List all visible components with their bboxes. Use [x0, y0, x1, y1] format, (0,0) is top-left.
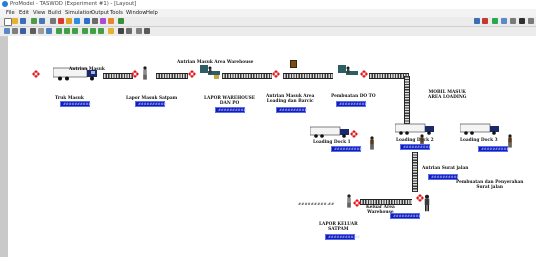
satpam-resource-icon[interactable]: [141, 66, 149, 80]
build-icon[interactable]: [31, 18, 37, 24]
green-tool-2-icon[interactable]: [64, 28, 70, 34]
blocked-dock1-icon[interactable]: [350, 130, 358, 138]
conveyor-antrian-masuk[interactable]: [103, 73, 133, 79]
label-antrian-loading: Antrian Masuk Area Loading dan Barcic: [266, 94, 315, 104]
blocked-entry-icon[interactable]: [32, 70, 40, 78]
pause-icon[interactable]: [501, 18, 507, 24]
label-dock2: Loading Dock 2: [396, 138, 434, 143]
blocked-do-icon[interactable]: [360, 70, 368, 78]
new-file-icon[interactable]: [4, 18, 12, 26]
main-toolbar: [0, 17, 536, 27]
stop-icon[interactable]: [58, 18, 64, 24]
menu-file[interactable]: File: [6, 10, 15, 16]
label-antrian-masuk: Antrian Masuk: [69, 67, 105, 72]
info-icon[interactable]: [74, 18, 80, 24]
select-icon[interactable]: [4, 28, 10, 34]
label-dock1: Loading Dock 1: [313, 140, 351, 145]
menu-bar: File Edit View Build Simulation Output T…: [0, 9, 536, 17]
menu-help[interactable]: Help: [146, 10, 158, 16]
search-icon[interactable]: [46, 28, 52, 34]
stats-icon[interactable]: [510, 18, 516, 24]
table-icon[interactable]: [126, 28, 132, 34]
green-tool-1-icon[interactable]: [56, 28, 62, 34]
conveyor-antrian-surat[interactable]: [412, 152, 418, 192]
run-settings-icon[interactable]: [50, 18, 56, 24]
counter-dock3: ##########: [478, 146, 509, 152]
counter-truk-masuk: ##########: [60, 101, 91, 107]
more-tools-icon[interactable]: [528, 18, 534, 24]
green-tool-6-icon[interactable]: [98, 28, 104, 34]
truck-dock3-icon[interactable]: [460, 123, 500, 135]
window-title: ProModel - TASWOD (Experiment #1) - [Lay…: [10, 1, 137, 7]
blocked-surat-icon[interactable]: [416, 194, 424, 202]
grid-icon[interactable]: [12, 28, 18, 34]
counter-keluar: ##########: [390, 213, 421, 219]
layout-icon[interactable]: [84, 18, 90, 24]
menu-build[interactable]: Build: [48, 10, 61, 16]
blocked-wh-icon[interactable]: [188, 70, 196, 78]
pembuatan-do-desk-icon[interactable]: [338, 65, 358, 81]
pallet-icon: [290, 60, 297, 68]
save-icon[interactable]: [20, 18, 26, 24]
menu-window[interactable]: Window: [126, 10, 146, 16]
menu-edit[interactable]: Edit: [19, 10, 29, 16]
counter-pembuatan-do: ##########: [336, 101, 367, 107]
conveyor-mobil-masuk[interactable]: [369, 73, 409, 79]
label-pembuatan-do: Pembuatan DO TO: [331, 94, 376, 99]
label-lapor-keluar: LAPOR KELUAR SATPAM: [319, 222, 358, 232]
graphics-icon[interactable]: [118, 28, 124, 34]
edit-graphic-icon[interactable]: [144, 28, 150, 34]
processing-icon[interactable]: [118, 18, 124, 24]
chart-icon[interactable]: [519, 18, 525, 24]
satpam-keluar-icon[interactable]: [345, 194, 353, 208]
menu-tools[interactable]: Tools: [110, 10, 123, 16]
yellow-tool-icon[interactable]: [108, 28, 114, 34]
label-mobil-masuk: MOBIL MASUK AREA LOADING: [428, 90, 467, 100]
counter-exit: #########.##: [325, 234, 360, 240]
open-folder-icon[interactable]: [12, 18, 18, 24]
background-icon[interactable]: [136, 28, 142, 34]
options-icon[interactable]: [66, 18, 72, 24]
promodel-app-icon: [2, 1, 8, 7]
blocked-lapor-icon[interactable]: [131, 70, 139, 78]
truck-dock1-icon[interactable]: [310, 126, 350, 138]
layer-icon[interactable]: [38, 28, 44, 34]
conveyor-to-do[interactable]: [283, 73, 333, 79]
arrivals-icon[interactable]: [108, 18, 114, 24]
operator-dock1-icon[interactable]: [368, 136, 376, 150]
menu-view[interactable]: View: [33, 10, 45, 16]
conveyor-antrian-area[interactable]: [156, 73, 188, 79]
green-tool-3-icon[interactable]: [72, 28, 78, 34]
exit-counter-text: #########.##: [298, 201, 335, 206]
counter-dock1: ##########: [331, 146, 362, 152]
menu-simulation[interactable]: Simulation: [65, 10, 93, 16]
green-tool-4-icon[interactable]: [82, 28, 88, 34]
counter-surat-jalan: ##########: [428, 174, 459, 180]
layout-canvas[interactable]: Antrian Masuk Antrian Masuk Area Warehou…: [8, 36, 536, 257]
lapor-warehouse-desk-icon[interactable]: [200, 65, 220, 81]
counter-lapor: ##########: [135, 101, 166, 107]
label-lapor-wh: LAPOR WAREHOUSE DAN PO: [204, 96, 256, 106]
locations-icon[interactable]: [39, 18, 45, 24]
conveyor-antrian-loading[interactable]: [222, 73, 272, 79]
label-antrian-surat: Antrian Surat jalan: [422, 166, 469, 171]
counter-dock2: ##########: [400, 144, 431, 150]
run-icon[interactable]: [492, 18, 498, 24]
resources-icon[interactable]: [92, 18, 98, 24]
trace-icon[interactable]: [482, 18, 488, 24]
view-icon[interactable]: [474, 18, 480, 24]
align-icon[interactable]: [30, 28, 36, 34]
label-dock3: Loading Dock 3: [460, 138, 498, 143]
blocked-keluar-icon[interactable]: [353, 199, 361, 207]
green-tool-5-icon[interactable]: [90, 28, 96, 34]
zoom-icon[interactable]: [20, 28, 26, 34]
blocked-loading-icon[interactable]: [272, 70, 280, 78]
counter-antrian-loading: ##########: [276, 107, 307, 113]
paths-icon[interactable]: [100, 18, 106, 24]
label-pembuatan-surat: Pembuatan dan Penyerahan Surat jalan: [456, 180, 524, 190]
counter-lapor-wh: ##########: [215, 107, 246, 113]
menu-output[interactable]: Output: [91, 10, 109, 16]
truck-dock2-icon[interactable]: [395, 123, 435, 135]
